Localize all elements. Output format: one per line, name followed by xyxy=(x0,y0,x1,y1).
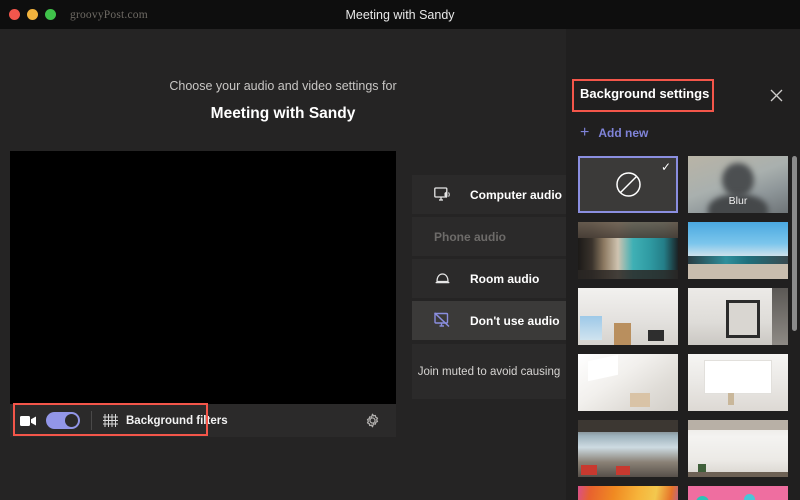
background-tile-bright-white-loft[interactable] xyxy=(578,354,678,411)
table-edge xyxy=(688,472,788,477)
background-tile-office-lockers[interactable] xyxy=(578,222,678,279)
sand-band xyxy=(688,264,788,279)
silhouette-head xyxy=(722,163,754,197)
sphere-teal xyxy=(696,496,709,500)
room-speaker-icon xyxy=(434,271,456,286)
background-tile-open-office-red-chairs[interactable] xyxy=(578,420,678,477)
audio-option-label: Room audio xyxy=(470,271,540,286)
red-chair-left xyxy=(581,465,597,475)
red-chair-right xyxy=(616,466,630,475)
maximize-window-button[interactable] xyxy=(45,9,56,20)
audio-option-label: Phone audio xyxy=(434,229,506,244)
video-camera-icon[interactable] xyxy=(20,415,37,427)
selected-check-icon: ✓ xyxy=(660,160,671,174)
background-tiles-grid: ✓ Blur xyxy=(578,156,788,500)
background-tile-none[interactable]: ✓ xyxy=(578,156,678,213)
video-preview[interactable] xyxy=(10,151,396,404)
join-muted-note: Join muted to avoid causing xyxy=(412,344,566,399)
camera-toggle[interactable] xyxy=(46,412,80,429)
audio-option-label: Don't use audio xyxy=(470,313,560,328)
door-frame xyxy=(726,300,760,338)
background-filters-label[interactable]: Background filters xyxy=(126,415,228,427)
background-settings-panel: Background settings + Add new ✓ Blur xyxy=(566,29,800,500)
monitor xyxy=(648,330,664,341)
right-edge xyxy=(772,288,788,345)
close-icon[interactable] xyxy=(766,85,786,105)
video-toolbar: Background filters xyxy=(10,404,396,437)
background-tile-white-room-window[interactable] xyxy=(578,288,678,345)
panel-title: Background settings xyxy=(580,86,710,101)
audio-options-list: Computer audio Phone audio Room audio Do… xyxy=(412,175,566,399)
floor-band xyxy=(578,270,678,279)
page-title: Meeting with Sandy xyxy=(210,105,356,122)
gear-icon[interactable] xyxy=(359,404,386,437)
background-tile-beach-sky[interactable] xyxy=(688,222,788,279)
panel-scrollbar[interactable] xyxy=(792,156,797,331)
main-stage: Choose your audio and video settings for… xyxy=(0,29,566,500)
ceiling-band xyxy=(578,222,678,238)
background-tile-label: Blur xyxy=(728,195,748,207)
sphere-cyan xyxy=(744,494,755,500)
figure xyxy=(728,393,734,405)
minimize-window-button[interactable] xyxy=(27,9,38,20)
monitor-speaker-icon xyxy=(434,187,456,202)
audio-option-label: Computer audio xyxy=(470,187,562,202)
watermark: groovyPost.com xyxy=(70,8,148,21)
plus-icon: + xyxy=(580,124,590,141)
back-wall xyxy=(704,360,772,394)
background-tile-doorway-interior[interactable] xyxy=(688,288,788,345)
background-tile-pink-spheres[interactable] xyxy=(688,486,788,500)
add-new-background-button[interactable]: + Add new xyxy=(580,124,648,142)
background-filters-mesh-icon[interactable] xyxy=(103,414,118,427)
audio-option-room-audio[interactable]: Room audio xyxy=(412,259,566,298)
teams-prejoin-window: groovyPost.com Meeting with Sandy Choose… xyxy=(0,0,800,500)
audio-option-phone-audio: Phone audio xyxy=(412,217,566,256)
light-shaft xyxy=(588,354,618,382)
monitor-slash-icon xyxy=(434,312,456,329)
toolbar-divider xyxy=(91,411,92,430)
window xyxy=(580,316,602,340)
circle-slash-icon xyxy=(615,172,641,197)
background-tile-blur[interactable]: Blur xyxy=(688,156,788,213)
background-tile-empty-white-hall[interactable] xyxy=(688,354,788,411)
horizon-objects xyxy=(688,256,788,264)
traffic-lights xyxy=(9,9,56,20)
title-bar: groovyPost.com xyxy=(0,0,800,29)
close-window-button[interactable] xyxy=(9,9,20,20)
add-new-label: Add new xyxy=(598,126,649,140)
background-tile-white-wall-plant[interactable] xyxy=(688,420,788,477)
cardboard xyxy=(630,393,650,407)
ceiling xyxy=(578,420,678,432)
background-tile-orange-abstract[interactable] xyxy=(578,486,678,500)
toggle-knob xyxy=(65,414,78,427)
audio-option-computer-audio[interactable]: Computer audio xyxy=(412,175,566,214)
door xyxy=(614,323,631,345)
top-band xyxy=(688,420,788,430)
page-subtitle: Choose your audio and video settings for xyxy=(169,79,397,93)
audio-option-dont-use-audio[interactable]: Don't use audio xyxy=(412,301,566,340)
